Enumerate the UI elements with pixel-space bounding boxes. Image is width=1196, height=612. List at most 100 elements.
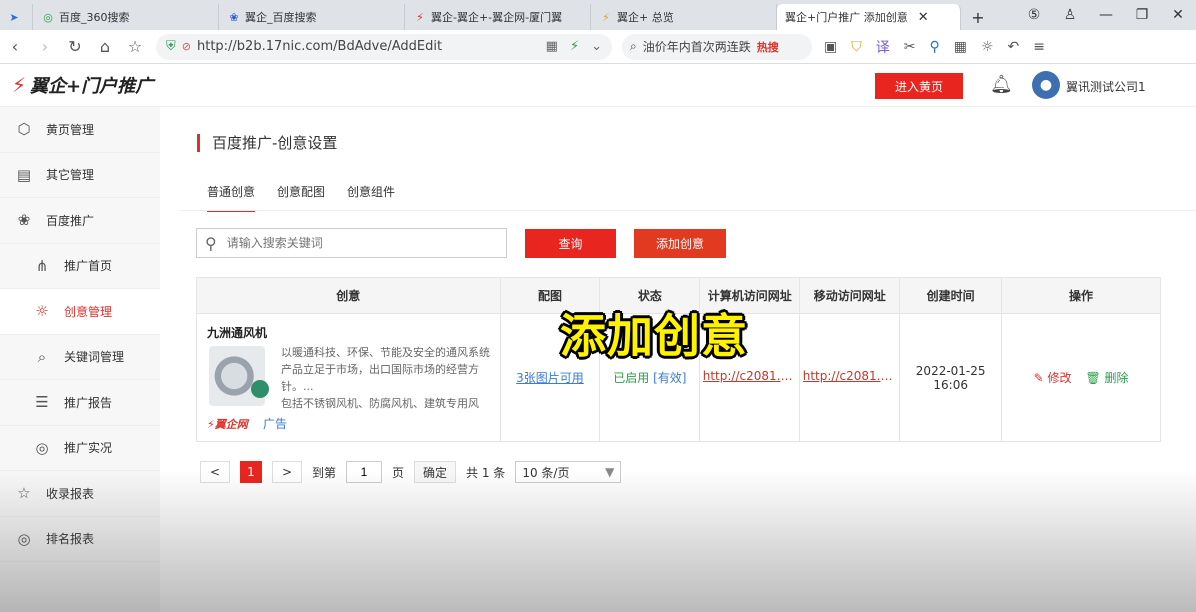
tab-normal-creative[interactable]: 普通创意	[207, 183, 256, 212]
bell-icon[interactable]: 🔔︎	[990, 74, 1013, 95]
goto-label: 到第	[312, 465, 337, 480]
coupon-icon[interactable]: ⛉	[851, 39, 862, 55]
goto-confirm-button[interactable]: 确定	[414, 461, 457, 483]
sidebar-item-keywords[interactable]: ⌕ 关键词管理	[0, 335, 160, 380]
sidebar-item-yellowpage[interactable]: ⬡ 黄页管理	[0, 107, 160, 153]
sidebar-item-other[interactable]: ▤ 其它管理	[0, 153, 160, 198]
chevron-down-icon[interactable]: ⌄	[591, 39, 602, 54]
prev-page-button[interactable]: <	[200, 461, 230, 483]
avatar[interactable]: ●	[1032, 71, 1060, 99]
sidebar-item-creative[interactable]: ☼ 创意管理	[0, 289, 160, 335]
pc-url-link[interactable]: http://c2081.35...	[703, 369, 797, 383]
creative-desc-line1: 以暖通科技、环保、节能及安全的通风系统产品立足于市场，出口国际市场的经营方针。.…	[281, 346, 490, 393]
current-page[interactable]: 1	[240, 461, 262, 483]
find-icon[interactable]: ⚲	[929, 39, 939, 55]
paw-icon: ❀	[17, 211, 31, 230]
sidebar-item-live[interactable]: ◎ 推广实况	[0, 426, 160, 471]
sidebar-item-baidu[interactable]: ❀ 百度推广	[0, 198, 160, 244]
col-actions: 操作	[1001, 277, 1161, 314]
tab-creative-images[interactable]: 创意配图	[277, 183, 325, 212]
browser-tab-1[interactable]: ❀ 翼企_百度搜索	[219, 4, 405, 30]
undo-icon[interactable]: ↶	[1008, 39, 1020, 55]
status-enabled: 已启用	[613, 371, 650, 385]
images-link[interactable]: 3张图片可用	[516, 371, 584, 385]
browser-tab-2[interactable]: ⚡ 翼企-翼企+-翼企网-厦门翼	[405, 4, 591, 30]
target-icon: ◎	[35, 438, 49, 457]
total-count: 共 1 条	[466, 465, 506, 480]
video-caption: 添加创意	[560, 309, 748, 363]
browser-tab-4[interactable]: 翼企+门户推广 添加创意 ✕	[777, 4, 961, 30]
yiqi-icon: ⚡	[602, 10, 610, 24]
share-icon: ⋔	[35, 256, 49, 275]
browser-tab-label: 翼企+ 总览	[617, 11, 674, 24]
lightning-icon[interactable]: ⚡	[570, 39, 579, 54]
logo-mark-icon: ⚡	[12, 73, 27, 97]
page-size-value: 10 条/页	[522, 465, 570, 480]
browser-tab-0[interactable]: ◎ 百度_360搜索	[33, 4, 219, 30]
browser-tab-3[interactable]: ⚡ 翼企+ 总览	[591, 4, 777, 30]
browser-tabbar: ➤ ◎ 百度_360搜索 ❀ 翼企_百度搜索 ⚡ 翼企-翼企+-翼企网-厦门翼 …	[0, 0, 1196, 30]
goto-page-input[interactable]	[346, 461, 383, 483]
qr-icon[interactable]: ▦	[546, 39, 558, 54]
sidebar-item-indexed[interactable]: ☆ 收录报表	[0, 471, 160, 517]
apps-icon[interactable]: ▦	[954, 39, 967, 55]
reader-icon[interactable]: ▣	[824, 39, 837, 55]
shirt-icon[interactable]: ♙	[1052, 7, 1088, 23]
mobile-url-link[interactable]: http://c2081.35...	[803, 369, 897, 383]
sidebar-item-report[interactable]: ☰ 推广报告	[0, 380, 160, 426]
reload-icon[interactable]: ↻	[60, 37, 90, 56]
chevron-down-icon: ▼	[605, 465, 615, 479]
search-icon: ⌕	[37, 347, 47, 366]
creative-desc-line2: 包括不锈钢风机、防腐风机、建筑专用风	[281, 397, 479, 410]
search-hint: 油价年内首次两连跌	[642, 40, 751, 54]
app-logo[interactable]: ⚡ 翼企+门户推广	[12, 72, 153, 98]
extensions: ▣ ⛉ 译 ✂ ⚲ ▦ ☼ ↶ ≡	[824, 37, 1045, 57]
page-unit: 页	[392, 465, 405, 480]
search-input[interactable]	[226, 236, 506, 250]
forward-icon[interactable]: ›	[30, 37, 60, 56]
menu-icon[interactable]: ≡	[1033, 39, 1045, 55]
bookmark-star-icon[interactable]: ☆	[120, 37, 150, 56]
delete-button[interactable]: 🗑︎ 删除	[1085, 369, 1128, 386]
scissors-icon[interactable]: ✂	[904, 39, 916, 55]
report-icon: ☰	[35, 393, 49, 412]
tab-creative-components[interactable]: 创意组件	[347, 183, 395, 212]
search-icon: ⚲	[205, 233, 217, 253]
minimize-icon[interactable]: —	[1088, 7, 1124, 23]
address-bar[interactable]: ⛨ ⊘ http://b2b.17nic.com/BdAdve/AddEdit …	[156, 33, 612, 60]
unsecure-icon: ⊘	[181, 40, 191, 53]
restore-icon[interactable]: ❐	[1124, 7, 1160, 23]
window-controls: ⑤ ♙ — ❐ ✕	[1016, 0, 1196, 30]
document-icon: ▤	[16, 165, 32, 184]
logo-text: 翼企+门户推广	[30, 76, 154, 97]
sidebar-item-promo-home[interactable]: ⋔ 推广首页	[0, 244, 160, 289]
sidebar-item-ranking[interactable]: ◎ 排名报表	[0, 517, 160, 562]
sidebar-item-label: 排名报表	[46, 532, 95, 547]
app-header: ⚡ 翼企+门户推广 进入黄页 🔔︎ ● 翼讯测试公司1	[0, 64, 1196, 107]
yiqi-icon: ⚡	[416, 10, 424, 24]
company-name[interactable]: 翼讯测试公司1	[1066, 78, 1146, 95]
home-icon[interactable]: ⌂	[90, 37, 120, 56]
next-page-button[interactable]: >	[272, 461, 302, 483]
creative-cell: 九洲通风机 以暖通科技、环保、节能及安全的通风系统产品立足于市场，出口国际市场的…	[196, 313, 501, 442]
sidebar-item-label: 其它管理	[46, 168, 95, 183]
new-tab-button[interactable]: +	[961, 4, 995, 30]
close-icon[interactable]: ✕	[918, 10, 929, 25]
add-creative-button[interactable]: 添加创意	[634, 229, 726, 258]
page-size-select[interactable]: 10 条/页 ▼	[515, 461, 622, 483]
browser-navbar: ‹ › ↻ ⌂ ☆ ⛨ ⊘ http://b2b.17nic.com/BdAdv…	[0, 30, 1196, 64]
sidebar-item-label: 黄页管理	[46, 122, 95, 137]
edit-button[interactable]: ✎ 修改	[1034, 369, 1072, 386]
browser-menu-icon[interactable]: ➤	[0, 4, 33, 30]
360-icon: ◎	[43, 10, 53, 24]
brand-logo: ⚡翼企网	[207, 418, 248, 431]
sidebar-item-label: 关键词管理	[64, 350, 125, 365]
enter-yellowpage-button[interactable]: 进入黄页	[875, 73, 963, 99]
back-icon[interactable]: ‹	[0, 37, 30, 56]
browser-search[interactable]: ⌕ 油价年内首次两连跌 热搜	[622, 33, 812, 60]
close-window-icon[interactable]: ✕	[1160, 7, 1196, 23]
translate-icon[interactable]: 译	[876, 37, 890, 57]
brightness-icon[interactable]: ☼	[981, 39, 994, 55]
tab-count-icon[interactable]: ⑤	[1016, 7, 1052, 23]
query-button[interactable]: 查询	[525, 229, 616, 258]
